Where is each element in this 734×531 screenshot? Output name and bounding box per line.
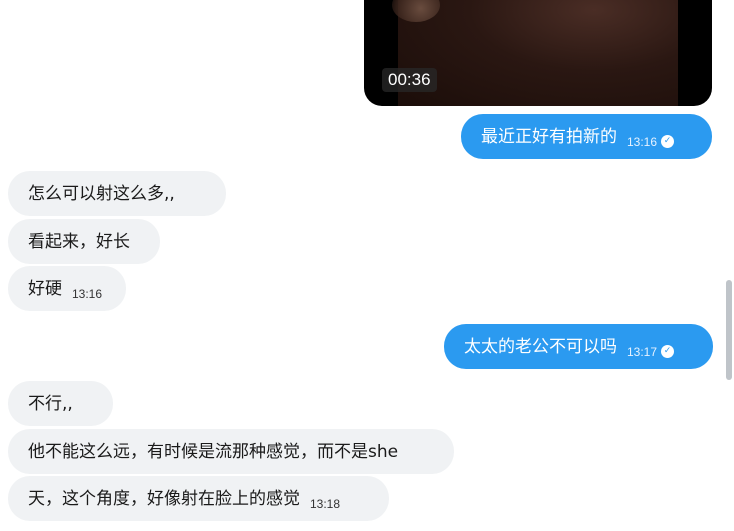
message-text: 看起来，好长 [28,231,130,252]
video-thumbnail[interactable] [392,0,678,106]
incoming-message-bubble[interactable]: 好硬 13:16 [8,266,126,311]
incoming-message-bubble[interactable]: 不行,, [8,381,113,426]
incoming-message-bubble[interactable]: 怎么可以射这么多,, [8,171,226,216]
outgoing-message-bubble[interactable]: 最近正好有拍新的 13:16 ✓ [461,114,712,159]
message-text: 怎么可以射这么多,, [28,183,175,204]
check-circle-icon: ✓ [661,135,675,148]
message-text: 不行,, [28,393,73,414]
video-duration: 00:36 [382,68,437,92]
message-text: 最近正好有拍新的 [481,126,617,147]
message-text: 天，这个角度，好像射在脸上的感觉 [28,488,300,509]
incoming-message-bubble[interactable]: 天，这个角度，好像射在脸上的感觉 13:18 [8,476,389,521]
message-time: 13:18 [310,496,341,511]
incoming-message-bubble[interactable]: 他不能这么远，有时候是流那种感觉，而不是she [8,429,454,474]
check-circle-icon: ✓ [661,345,675,358]
chat-message-list[interactable]: 00:36 最近正好有拍新的 13:16 ✓ 怎么可以射这么多,, 看起来，好长… [0,0,734,531]
message-time: 13:16 [627,134,658,149]
outgoing-message-bubble[interactable]: 太太的老公不可以吗 13:17 ✓ [444,324,713,369]
message-text: 他不能这么远，有时候是流那种感觉，而不是she [28,441,399,462]
message-time: 13:17 [627,344,658,359]
message-time: 13:16 [72,286,103,301]
video-message[interactable]: 00:36 [364,0,712,106]
message-text: 太太的老公不可以吗 [464,336,617,357]
scrollbar-thumb[interactable] [726,280,732,380]
message-text: 好硬 [28,278,62,299]
incoming-message-bubble[interactable]: 看起来，好长 [8,219,160,264]
